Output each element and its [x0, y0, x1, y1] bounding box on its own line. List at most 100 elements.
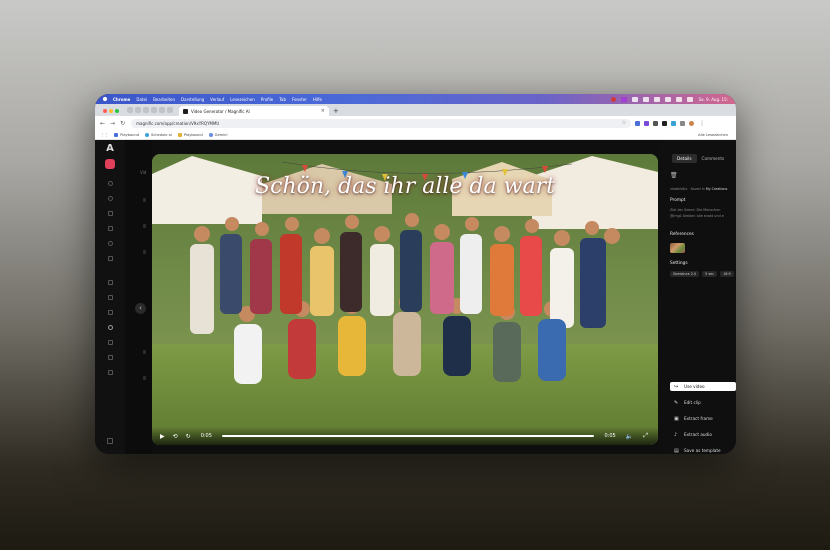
settings-icon[interactable] [107, 438, 113, 444]
bookmark-item[interactable]: Schedule ai [145, 132, 172, 137]
magic-icon[interactable] [107, 340, 113, 345]
extension-icon[interactable] [644, 120, 650, 126]
back-arrow-icon[interactable]: ← [100, 120, 105, 127]
meta-label: Saved in [690, 187, 705, 191]
extension-icon[interactable] [680, 120, 686, 126]
bookmark-item[interactable]: Playbound [114, 132, 139, 137]
menu-item-darstellung[interactable]: Darstellung [181, 97, 204, 102]
use-video-button[interactable]: ↪ Use video [670, 382, 736, 391]
apple-icon[interactable] [102, 96, 108, 102]
new-tab-button[interactable]: + [333, 107, 339, 115]
play-icon[interactable]: ▶ [160, 433, 165, 440]
save-template-button[interactable]: ▤ Save as template [670, 446, 736, 454]
extract-frame-button[interactable]: ▣ Extract frame [670, 414, 736, 423]
close-window-button[interactable] [103, 109, 107, 113]
pinned-tab[interactable] [167, 107, 173, 113]
chrome-menu-icon[interactable]: ⋮ [699, 120, 705, 127]
menu-item-bearbeiten[interactable]: Bearbeiten [153, 97, 175, 102]
minimize-window-button[interactable] [109, 109, 113, 113]
volume-icon[interactable]: 🔈 [626, 433, 633, 440]
replay-icon[interactable]: ↻ [186, 433, 191, 440]
bookmark-item[interactable]: Gemini [208, 132, 227, 137]
edit-clip-button[interactable]: ✎ Edit clip [670, 398, 736, 407]
duration-chip: 5 sec [702, 271, 718, 277]
menu-app-name[interactable]: Chrome [113, 97, 130, 102]
fullscreen-icon[interactable]: ⤢ [643, 432, 648, 440]
trash-icon[interactable]: 🗑 [670, 172, 678, 179]
collapse-arrow-icon[interactable]: ‹ [135, 303, 146, 314]
bookmark-favicon-icon [114, 132, 119, 137]
video-generator-icon[interactable] [107, 325, 113, 330]
history-thumb[interactable] [143, 198, 146, 202]
app-logo[interactable]: A [106, 143, 114, 154]
video-caption: Schön, das ihr alle da wart [255, 174, 555, 199]
app-status-icon[interactable] [620, 96, 627, 102]
extension-icon[interactable] [662, 120, 668, 126]
menu-item-lesezeichen[interactable]: Lesezeichen [230, 97, 255, 102]
meta-user[interactable]: vladerblitz [670, 187, 687, 191]
status-icon[interactable] [631, 96, 638, 102]
extract-audio-button[interactable]: ♪ Extract audio [670, 430, 736, 439]
home-icon[interactable] [107, 181, 113, 186]
layers-icon[interactable] [107, 355, 113, 360]
menu-item-tab[interactable]: Tab [279, 97, 286, 102]
loop-icon[interactable]: ⟲ [173, 433, 178, 440]
menubar-clock[interactable]: Sa. 9. Aug. 15: [699, 97, 728, 102]
bookmarks-apps-icon[interactable]: ⋮⋮ [101, 133, 108, 137]
pinned-tab[interactable] [143, 107, 149, 113]
folder-icon[interactable] [107, 256, 113, 261]
tab-details[interactable]: Details [672, 154, 697, 163]
record-icon[interactable] [610, 96, 616, 102]
maximize-window-button[interactable] [115, 109, 119, 113]
magnific-favicon-icon [183, 108, 188, 114]
settings-chips: Seedance 2.0 5 sec 16:9 [670, 271, 736, 277]
video-player[interactable]: Schön, das ihr alle da wart ▶ ⟲ ↻ 0:05 0… [152, 154, 658, 445]
pinned-tab[interactable] [151, 107, 157, 113]
wifi-icon[interactable] [675, 96, 682, 102]
history-thumb[interactable] [143, 250, 146, 254]
all-bookmarks-link[interactable]: Alle Lesezeichen [698, 133, 728, 137]
progress-bar[interactable] [221, 435, 595, 437]
video-controls: ▶ ⟲ ↻ 0:05 0:05 🔈 ⤢ [152, 427, 658, 445]
menu-item-hilfe[interactable]: Hilfe [313, 97, 322, 102]
history-thumb[interactable] [143, 376, 146, 380]
image-icon[interactable] [107, 211, 113, 216]
profile-avatar[interactable] [689, 120, 695, 126]
active-tab[interactable]: Video Generator / Magnific AI × [179, 106, 329, 116]
address-bar[interactable]: magnific.com/app/creation/V9xYRQYMMU ☆ [131, 118, 632, 128]
menu-item-fenster[interactable]: Fenster [292, 97, 307, 102]
brush-icon[interactable] [107, 295, 113, 300]
pinned-tab[interactable] [159, 107, 165, 113]
action-label: Save as template [684, 448, 721, 453]
tab-close-icon[interactable]: × [321, 108, 325, 114]
pinned-tab[interactable] [135, 107, 141, 113]
menu-item-datei[interactable]: Datei [136, 97, 147, 102]
reference-thumbnail[interactable] [670, 243, 685, 253]
extension-icon[interactable] [653, 120, 659, 126]
audio-icon[interactable] [107, 241, 113, 246]
meta-folder[interactable]: My Creations [706, 187, 728, 191]
add-icon[interactable] [107, 370, 113, 375]
action-label: Extract audio [684, 432, 712, 437]
menu-item-verlauf[interactable]: Verlauf [210, 97, 224, 102]
forward-arrow-icon[interactable]: → [110, 120, 115, 127]
extension-icon[interactable] [671, 120, 677, 126]
pinned-tab[interactable] [127, 107, 133, 113]
history-thumb[interactable] [143, 224, 146, 228]
bookmark-item[interactable]: Playbound [177, 132, 203, 137]
upscale-icon[interactable] [107, 310, 113, 315]
search-icon[interactable] [107, 196, 113, 201]
video-icon[interactable] [107, 226, 113, 231]
control-center-icon[interactable] [686, 96, 693, 102]
reload-icon[interactable]: ↻ [120, 120, 125, 127]
battery-icon[interactable] [664, 96, 671, 102]
status-icon[interactable] [653, 96, 660, 102]
user-avatar[interactable] [105, 159, 115, 169]
menu-item-profile[interactable]: Profile [261, 97, 273, 102]
tab-comments[interactable]: Comments [697, 154, 730, 163]
status-icon[interactable] [642, 96, 649, 102]
history-thumb[interactable] [143, 350, 146, 354]
extension-icon[interactable] [635, 120, 641, 126]
grid-icon[interactable] [107, 280, 113, 285]
bookmark-star-icon[interactable]: ☆ [622, 120, 626, 126]
